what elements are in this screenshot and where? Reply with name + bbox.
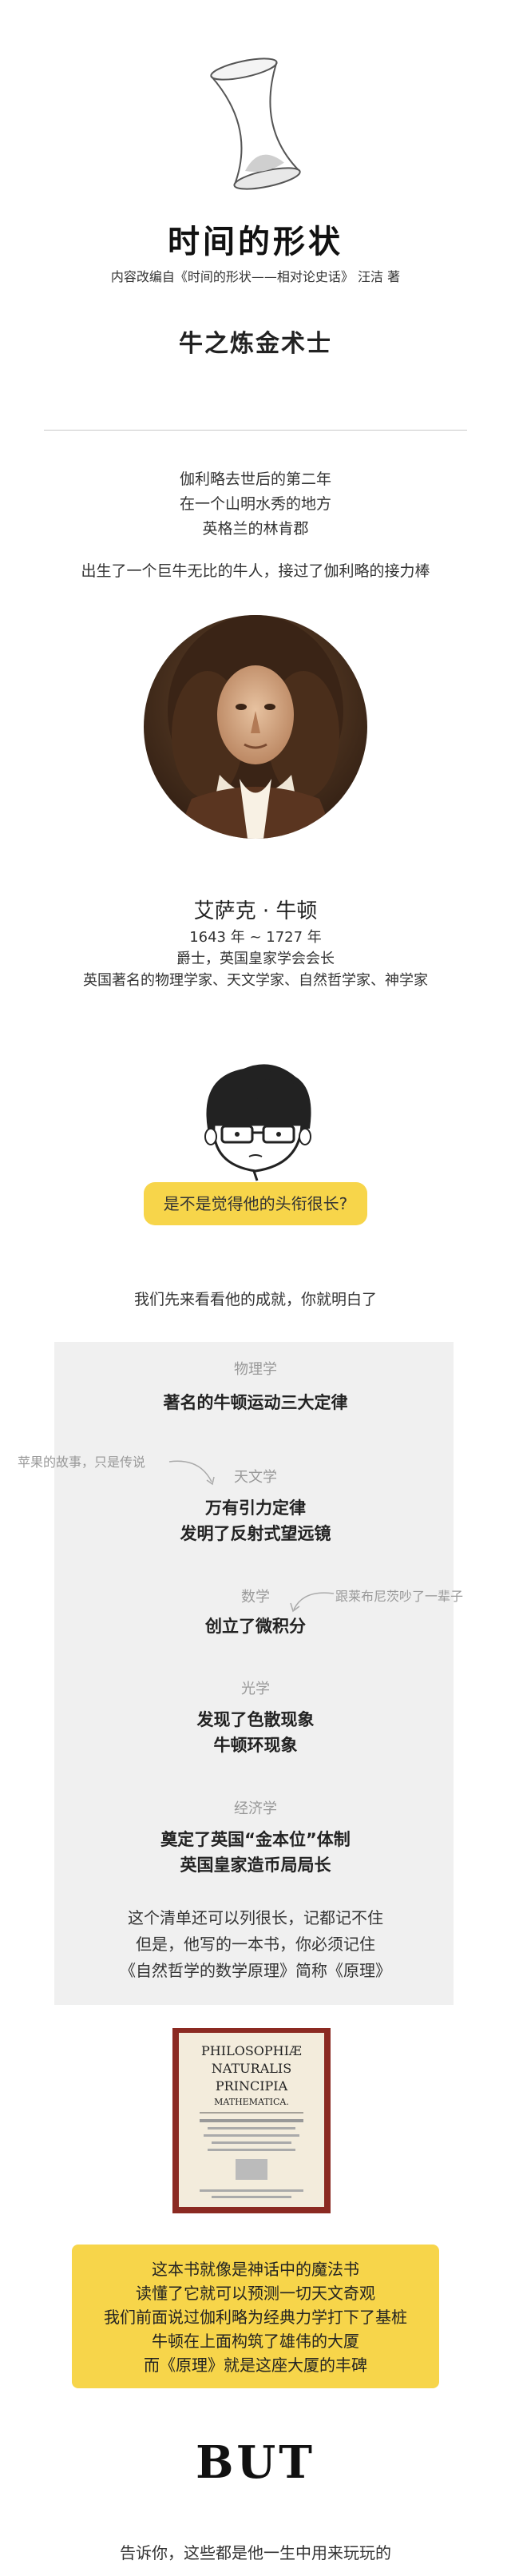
book-title-line: PRINCIPIA	[216, 2078, 288, 2094]
summary-line: 但是，他写的一本书，你必须记住	[136, 1935, 375, 1954]
category-label: 天文学	[234, 1469, 277, 1486]
summary-line: 这个清单还可以列很长，记都记不住	[128, 1908, 383, 1927]
highlight-box: 这本书就像是神话中的魔法书 读懂了它就可以预测一切天文奇观 我们前面说过伽利略为…	[72, 2245, 439, 2388]
summary-text: 这个清单还可以列很长，记都记不住 但是，他写的一本书，你必须记住 《自然哲学的数…	[0, 1905, 511, 1984]
achievement-item: 发现了色散现象	[196, 1710, 315, 1729]
intro-line: 在一个山明水秀的地方	[179, 495, 331, 513]
category-label: 光学	[241, 1681, 270, 1697]
intro-line: 伽利略去世后的第二年	[179, 470, 331, 488]
lead-text: 我们先来看看他的成就，你就明白了	[133, 1291, 377, 1308]
category-label: 经济学	[234, 1800, 277, 1817]
book-title-line: NATURALIS	[212, 2061, 291, 2076]
cartoon-character-icon	[204, 1064, 311, 1181]
highlight-line: 读懂了它就可以预测一切天文奇观	[136, 2284, 375, 2303]
achievement-item: 万有引力定律	[205, 1498, 306, 1518]
achievement-item: 著名的牛顿运动三大定律	[163, 1393, 348, 1412]
achievement-item: 英国皇家造币局局长	[180, 1856, 331, 1875]
highlight-line: 而《原理》就是这座大厦的丰碑	[144, 2356, 367, 2375]
hourglass-icon	[210, 58, 301, 190]
person-years: 1643 年 ~ 1727 年	[189, 929, 322, 946]
article-page: 时间的形状 内容改编自《时间的形状——相对论史话》 汪洁 著 牛之炼金术士 伽利…	[0, 0, 511, 2576]
category-label: 数学	[241, 1589, 270, 1606]
achievement-item: 创立了微积分	[205, 1617, 306, 1636]
person-bio: 1643 年 ~ 1727 年 爵士，英国皇家学会会长 英国著名的物理学家、天文…	[0, 927, 511, 991]
achievement-item: 发明了反射式望远镜	[180, 1524, 331, 1543]
divider	[44, 430, 467, 431]
highlight-line: 牛顿在上面构筑了雄伟的大厦	[152, 2332, 359, 2351]
highlight-line: 这本书就像是神话中的魔法书	[152, 2260, 359, 2279]
intro-line: 英格兰的林肯郡	[202, 520, 309, 538]
category-label: 物理学	[234, 1361, 277, 1378]
page-subtitle: 内容改编自《时间的形状——相对论史话》 汪洁 著	[110, 269, 401, 284]
highlight-line: 我们前面说过伽利略为经典力学打下了基桩	[104, 2308, 407, 2327]
speech-bubble: 是不是觉得他的头衔很长?	[144, 1182, 367, 1225]
book-title-line: MATHEMATICA.	[214, 2097, 289, 2107]
summary-line: 《自然哲学的数学原理》简称《原理》	[120, 1961, 391, 1980]
chapter-heading: 牛之炼金术士	[179, 330, 332, 358]
intro-text: 伽利略去世后的第二年 在一个山明水秀的地方 英格兰的林肯郡	[0, 467, 511, 542]
achievement-item: 牛顿环现象	[213, 1736, 298, 1755]
intro-statement: 出生了一个巨牛无比的牛人，接过了伽利略的接力棒	[81, 562, 430, 580]
person-name: 艾萨克 · 牛顿	[193, 899, 318, 923]
person-roles: 英国著名的物理学家、天文学家、自然哲学家、神学家	[83, 972, 428, 989]
achievement-item: 奠定了英国“金本位”体制	[160, 1830, 351, 1849]
book-title-line: PHILOSOPHIÆ	[201, 2043, 302, 2058]
but-heading: BUT	[196, 2436, 315, 2489]
newton-portrait	[144, 615, 367, 839]
person-title: 爵士，英国皇家学会会长	[176, 951, 335, 967]
footer-text: 告诉你，这些都是他一生中用来玩玩的	[120, 2543, 391, 2562]
page-title: 时间的形状	[168, 224, 343, 260]
principia-book-image: PHILOSOPHIÆ NATURALIS PRINCIPIA MATHEMAT…	[172, 2028, 331, 2213]
